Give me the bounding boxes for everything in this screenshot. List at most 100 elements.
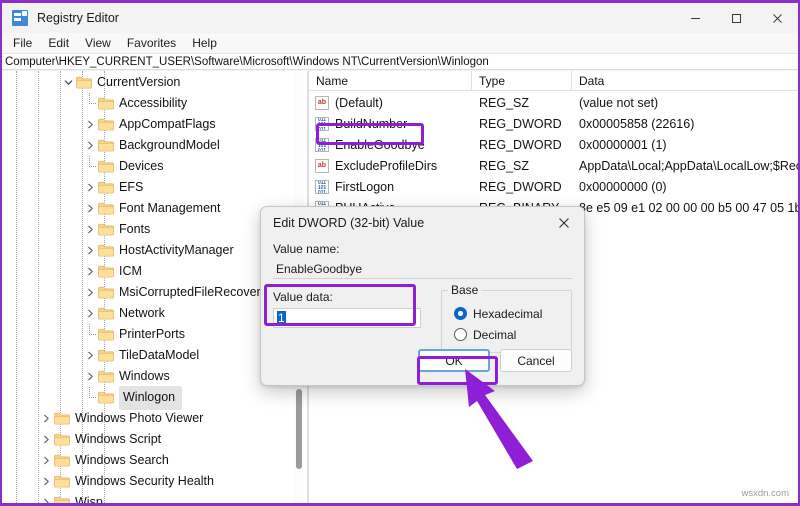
tree-item-windows-photo-viewer[interactable]: Windows Photo Viewer: [2, 408, 298, 429]
radio-decimal-icon: [454, 328, 467, 341]
chevron-right-icon[interactable]: [82, 345, 98, 366]
tree-item-label: ICM: [119, 264, 142, 278]
tree-item-currentversion[interactable]: CurrentVersion: [2, 72, 298, 93]
chevron-right-icon[interactable]: [38, 408, 54, 429]
tree-item-devices[interactable]: Devices: [2, 156, 298, 177]
values-list[interactable]: ab (Default) REG_SZ (value not set) 011 101 01…: [309, 92, 798, 218]
string-value-icon: ab: [315, 95, 329, 110]
chevron-right-icon[interactable]: [82, 177, 98, 198]
tree-item-windows-search[interactable]: Windows Search: [2, 450, 298, 471]
tree-item-label: CurrentVersion: [97, 75, 181, 89]
value-data-group: Value data: 1: [273, 290, 421, 353]
chevron-right-icon[interactable]: [82, 282, 98, 303]
address-bar[interactable]: Computer\HKEY_CURRENT_USER\Software\Micr…: [2, 53, 798, 70]
tree-item-tiledatamodel[interactable]: TileDataModel: [2, 345, 298, 366]
tree-item-windows-script[interactable]: Windows Script: [2, 429, 298, 450]
registry-tree[interactable]: CurrentVersion Accessibility AppCompatFlag…: [2, 71, 298, 503]
tree-item-backgroundmodel[interactable]: BackgroundModel: [2, 135, 298, 156]
close-icon[interactable]: [757, 3, 798, 33]
chevron-right-icon[interactable]: [82, 198, 98, 219]
ok-button[interactable]: OK: [418, 349, 490, 372]
chevron-right-icon[interactable]: [82, 114, 98, 135]
value-data-input[interactable]: 1: [273, 308, 421, 328]
tree-item-accessibility[interactable]: Accessibility: [2, 93, 298, 114]
column-header-name[interactable]: Name: [309, 71, 472, 90]
table-row[interactable]: 011 101 011 BuildNumber REG_DWORD 0x00005858 …: [309, 113, 798, 134]
tree-item-icm[interactable]: ICM: [2, 261, 298, 282]
chevron-right-icon[interactable]: [82, 219, 98, 240]
dialog-body: Value name: EnableGoodbye Value data: 1 …: [261, 238, 584, 353]
chevron-right-icon[interactable]: [82, 261, 98, 282]
registry-path: Computer\HKEY_CURRENT_USER\Software\Micr…: [5, 55, 489, 68]
maximize-icon[interactable]: [716, 3, 757, 33]
tree-item-label: EFS: [119, 180, 144, 194]
chevron-right-icon[interactable]: [38, 471, 54, 492]
tree-item-appcompatflags[interactable]: AppCompatFlags: [2, 114, 298, 135]
tree-item-wisp[interactable]: Wisp: [2, 492, 298, 503]
value-name-text: EnableGoodbye: [276, 262, 363, 276]
cancel-button[interactable]: Cancel: [500, 349, 572, 372]
chevron-right-icon[interactable]: [82, 303, 98, 324]
window-controls: [675, 3, 798, 33]
chevron-right-icon[interactable]: [38, 450, 54, 471]
menu-item-help[interactable]: Help: [184, 33, 225, 53]
tree-item-winlogon[interactable]: Winlogon: [2, 385, 298, 410]
folder-icon: [54, 496, 70, 503]
chevron-down-icon[interactable]: [60, 72, 76, 93]
tree-item-font-management[interactable]: Font Management: [2, 198, 298, 219]
chevron-right-icon[interactable]: [38, 429, 54, 450]
tree-scrollbar-thumb[interactable]: [296, 389, 302, 469]
value-name-text: EnableGoodbye: [335, 137, 425, 152]
chevron-right-icon[interactable]: [82, 135, 98, 156]
folder-icon: [54, 475, 70, 488]
chevron-right-icon[interactable]: [82, 240, 98, 261]
tree-item-windows-security-health[interactable]: Windows Security Health: [2, 471, 298, 492]
tree-item-fonts[interactable]: Fonts: [2, 219, 298, 240]
menu-item-view[interactable]: View: [77, 33, 119, 53]
tree-item-windows[interactable]: Windows: [2, 366, 298, 387]
tree-item-msicorruptedfilerecovery[interactable]: MsiCorruptedFileRecovery: [2, 282, 298, 303]
dword-value-icon: 011101011: [315, 116, 329, 131]
minimize-icon[interactable]: [675, 3, 716, 33]
tree-item-hostactivitymanager[interactable]: HostActivityManager: [2, 240, 298, 261]
tree-item-label: Wisp: [75, 495, 103, 503]
tree-item-network[interactable]: Network: [2, 303, 298, 324]
chevron-right-icon[interactable]: [38, 492, 54, 503]
table-row[interactable]: 011 101 011 EnableGoodbye REG_DWORD 0x0000000…: [309, 134, 798, 155]
value-data-cell: 8e e5 09 e1 02 00 00 00 b5 00 47 05 1b d: [579, 200, 798, 215]
base-radio-group: Base Hexadecimal Decimal: [441, 283, 572, 353]
value-name-text: ExcludeProfileDirs: [335, 158, 438, 173]
column-header-data[interactable]: Data: [572, 71, 798, 90]
value-name-cell: 011 101 011 BuildNumber: [309, 116, 472, 131]
tree-item-label: TileDataModel: [119, 348, 200, 362]
value-name-field[interactable]: EnableGoodbye: [273, 260, 572, 279]
tree-item-efs[interactable]: EFS: [2, 177, 298, 198]
chevron-right-icon[interactable]: [82, 366, 98, 387]
menu-item-favorites[interactable]: Favorites: [119, 33, 184, 53]
tree-item-label: Font Management: [119, 201, 221, 215]
table-row[interactable]: 011 101 011 FirstLogon REG_DWORD 0x00000000 (…: [309, 176, 798, 197]
menu-item-edit[interactable]: Edit: [40, 33, 77, 53]
folder-icon: [98, 244, 114, 257]
radio-decimal[interactable]: Decimal: [442, 324, 571, 345]
base-legend: Base: [448, 283, 482, 297]
close-icon[interactable]: [544, 207, 584, 238]
tree-item-label: Windows Script: [75, 432, 162, 446]
menu-item-file[interactable]: File: [5, 33, 40, 53]
tree-item-printerports[interactable]: PrinterPorts: [2, 324, 298, 345]
table-row[interactable]: ab (Default) REG_SZ (value not set): [309, 92, 798, 113]
radio-hexadecimal[interactable]: Hexadecimal: [442, 303, 571, 324]
table-row[interactable]: ab ExcludeProfileDirs REG_SZ AppData\Local;…: [309, 155, 798, 176]
column-header-type[interactable]: Type: [472, 71, 572, 90]
tree-item-label: Fonts: [119, 222, 151, 236]
radio-hexadecimal-icon: [454, 307, 467, 320]
tree-elbow-icon: [82, 324, 98, 345]
folder-icon: [98, 286, 114, 299]
